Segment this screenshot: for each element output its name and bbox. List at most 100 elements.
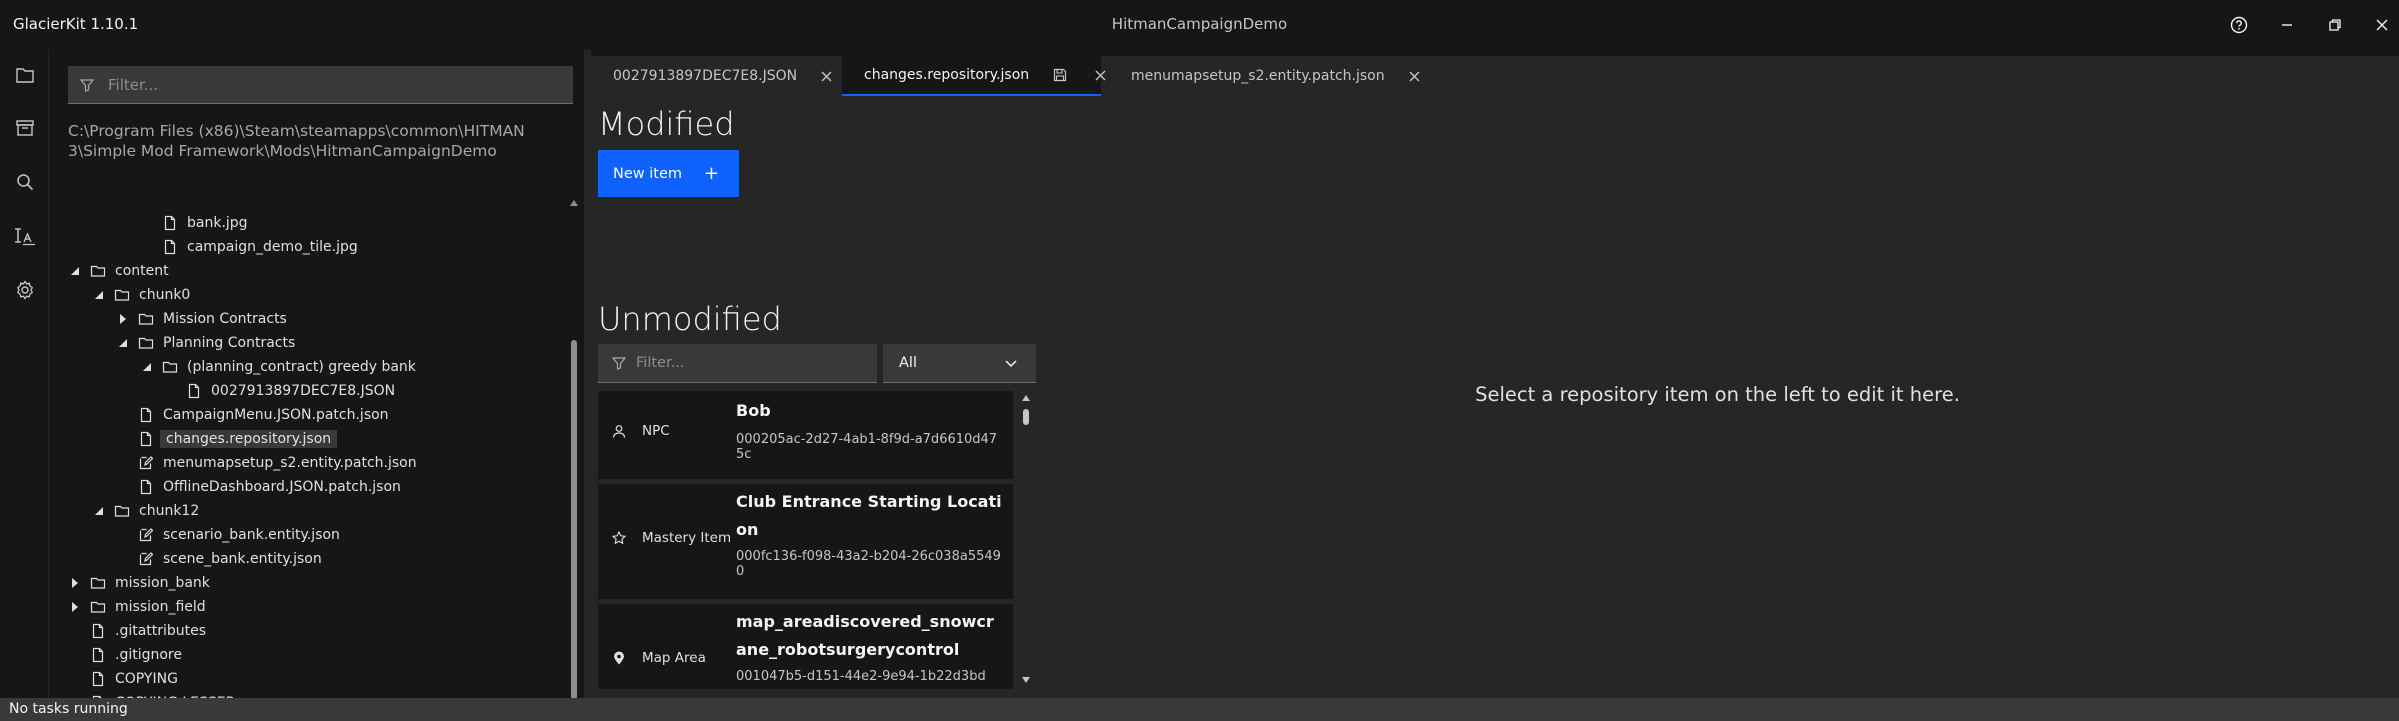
item-guid: 000fc136-f098-43a2-b204-26c038a55490	[736, 549, 1001, 579]
expanded-arrow-icon[interactable]	[92, 288, 106, 302]
collapsed-arrow-icon[interactable]	[116, 312, 130, 326]
expanded-arrow-icon[interactable]	[92, 504, 106, 518]
tree-file[interactable]: COPYING	[68, 668, 181, 690]
repository-item-card[interactable]: Map Area map_areadiscovered_snowcrane_rob…	[598, 604, 1013, 689]
tree-file[interactable]: .gitignore	[68, 644, 185, 666]
title-bar: GlacierKit 1.10.1 HitmanCampaignDemo	[0, 0, 2399, 50]
tree-item-label: chunk0	[139, 287, 191, 303]
tree-folder[interactable]: content	[68, 260, 172, 282]
save-icon[interactable]	[1053, 68, 1067, 82]
search-icon	[16, 174, 33, 191]
file-icon	[138, 407, 154, 423]
item-kind: Map Area	[612, 650, 706, 666]
repository-item-card[interactable]: NPC Bob 000205ac-2d27-4ab1-8f9d-a7d6610d47…	[598, 391, 1013, 479]
collapsed-arrow-icon[interactable]	[68, 600, 82, 614]
empty-editor-message: Select a repository item on the left to …	[1475, 383, 1960, 406]
item-kind: Mastery Item	[612, 530, 731, 546]
tree-folder[interactable]: mission_bank	[68, 572, 213, 594]
tree-folder[interactable]: (planning_contract) greedy bank	[140, 356, 419, 378]
tree-item-label: COPYING	[115, 671, 178, 687]
edit-file-icon	[138, 455, 154, 471]
repository-item-list: NPC Bob 000205ac-2d27-4ab1-8f9d-a7d6610d47…	[598, 391, 1013, 689]
item-kind-label: Mastery Item	[642, 530, 732, 546]
expanded-arrow-icon[interactable]	[140, 360, 154, 374]
scroll-up-icon	[570, 200, 578, 206]
editor-tab[interactable]: menumapsetup_s2.entity.patch.json	[1109, 56, 1420, 96]
minimize-button[interactable]	[2270, 10, 2304, 40]
scrollbar-thumb[interactable]	[571, 340, 577, 700]
help-button[interactable]	[2222, 10, 2256, 40]
close-window-button[interactable]	[2365, 10, 2399, 40]
tree-folder[interactable]: Planning Contracts	[116, 332, 298, 354]
tree-folder[interactable]: chunk0	[92, 284, 193, 306]
star-icon	[612, 531, 634, 545]
file-tree-scrollbar[interactable]	[568, 200, 580, 721]
edit-file-icon	[138, 527, 154, 543]
panel-splitter[interactable]	[584, 50, 591, 698]
text-tools-button[interactable]	[0, 216, 49, 256]
tab-label: 0027913897DEC7E8.JSON	[613, 68, 798, 84]
tree-file[interactable]: changes.repository.json	[116, 428, 338, 450]
project-path: C:\Program Files (x86)\Steam\steamapps\c…	[68, 122, 525, 160]
tree-item-label: scenario_bank.entity.json	[163, 527, 340, 543]
tree-folder[interactable]: Mission Contracts	[116, 308, 290, 330]
new-item-button[interactable]: New item +	[598, 150, 739, 197]
expanded-arrow-icon[interactable]	[116, 336, 130, 350]
tree-item-label: .gitattributes	[115, 623, 207, 639]
tree-item-label: chunk12	[139, 503, 200, 519]
tree-file[interactable]: scenario_bank.entity.json	[116, 524, 343, 546]
collapsed-arrow-icon[interactable]	[68, 576, 82, 590]
close-tab-icon[interactable]	[1095, 66, 1106, 85]
archive-button[interactable]	[0, 108, 49, 148]
settings-icon	[16, 280, 33, 300]
settings-button[interactable]	[0, 270, 49, 310]
item-name: Club Entrance Starting Location	[736, 492, 1002, 539]
tree-folder[interactable]: chunk12	[92, 500, 202, 522]
scrollbar-thumb[interactable]	[1023, 409, 1029, 425]
status-text: No tasks running	[9, 701, 128, 717]
item-list-scrollbar[interactable]	[1020, 391, 1032, 689]
tree-file[interactable]: bank.jpg	[140, 212, 251, 234]
close-tab-icon[interactable]	[1409, 67, 1420, 86]
folder-icon	[114, 287, 130, 303]
unmodified-filter-placeholder: Filter...	[636, 355, 685, 371]
item-type-value: All	[899, 355, 917, 371]
tree-item-label: campaign_demo_tile.jpg	[187, 239, 358, 255]
files-button[interactable]	[0, 55, 49, 95]
file-icon	[186, 383, 202, 399]
unmodified-filter-field[interactable]: Filter...	[598, 344, 877, 383]
tree-file[interactable]: campaign_demo_tile.jpg	[140, 236, 361, 258]
folder-icon	[90, 263, 106, 279]
new-item-label: New item	[613, 165, 682, 182]
close-tab-icon[interactable]	[821, 67, 832, 86]
plus-icon: +	[703, 163, 719, 184]
tree-folder[interactable]: mission_field	[68, 596, 209, 618]
repository-item-card[interactable]: Mastery Item Club Entrance Starting Locat…	[598, 484, 1013, 599]
file-tree: bank.jpg campaign_demo_tile.jpgcontent chu…	[54, 208, 564, 721]
tree-file[interactable]: .gitattributes	[68, 620, 209, 642]
folder-icon	[162, 359, 178, 375]
file-filter-placeholder: Filter...	[108, 75, 159, 94]
file-icon	[138, 479, 154, 495]
tab-label: menumapsetup_s2.entity.patch.json	[1131, 68, 1385, 84]
tree-file[interactable]: 0027913897DEC7E8.JSON	[164, 380, 398, 402]
maximize-icon	[2329, 19, 2341, 31]
item-type-select[interactable]: All	[883, 344, 1036, 383]
editor-tab[interactable]: 0027913897DEC7E8.JSON	[591, 56, 834, 96]
tree-item-label: changes.repository.json	[160, 430, 338, 448]
tree-file[interactable]: scene_bank.entity.json	[116, 548, 325, 570]
file-icon	[162, 239, 178, 255]
expanded-arrow-icon[interactable]	[68, 264, 82, 278]
editor-tab[interactable]: changes.repository.json	[842, 56, 1106, 96]
item-name: map_areadiscovered_snowcrane_robotsurger…	[736, 612, 994, 659]
file-filter-field[interactable]: Filter...	[68, 66, 573, 104]
tree-file[interactable]: menumapsetup_s2.entity.patch.json	[116, 452, 420, 474]
tree-item-label: CampaignMenu.JSON.patch.json	[163, 407, 389, 423]
search-button[interactable]	[0, 162, 49, 202]
tree-file[interactable]: CampaignMenu.JSON.patch.json	[116, 404, 392, 426]
maximize-button[interactable]	[2318, 10, 2352, 40]
tree-file[interactable]: OfflineDashboard.JSON.patch.json	[116, 476, 404, 498]
